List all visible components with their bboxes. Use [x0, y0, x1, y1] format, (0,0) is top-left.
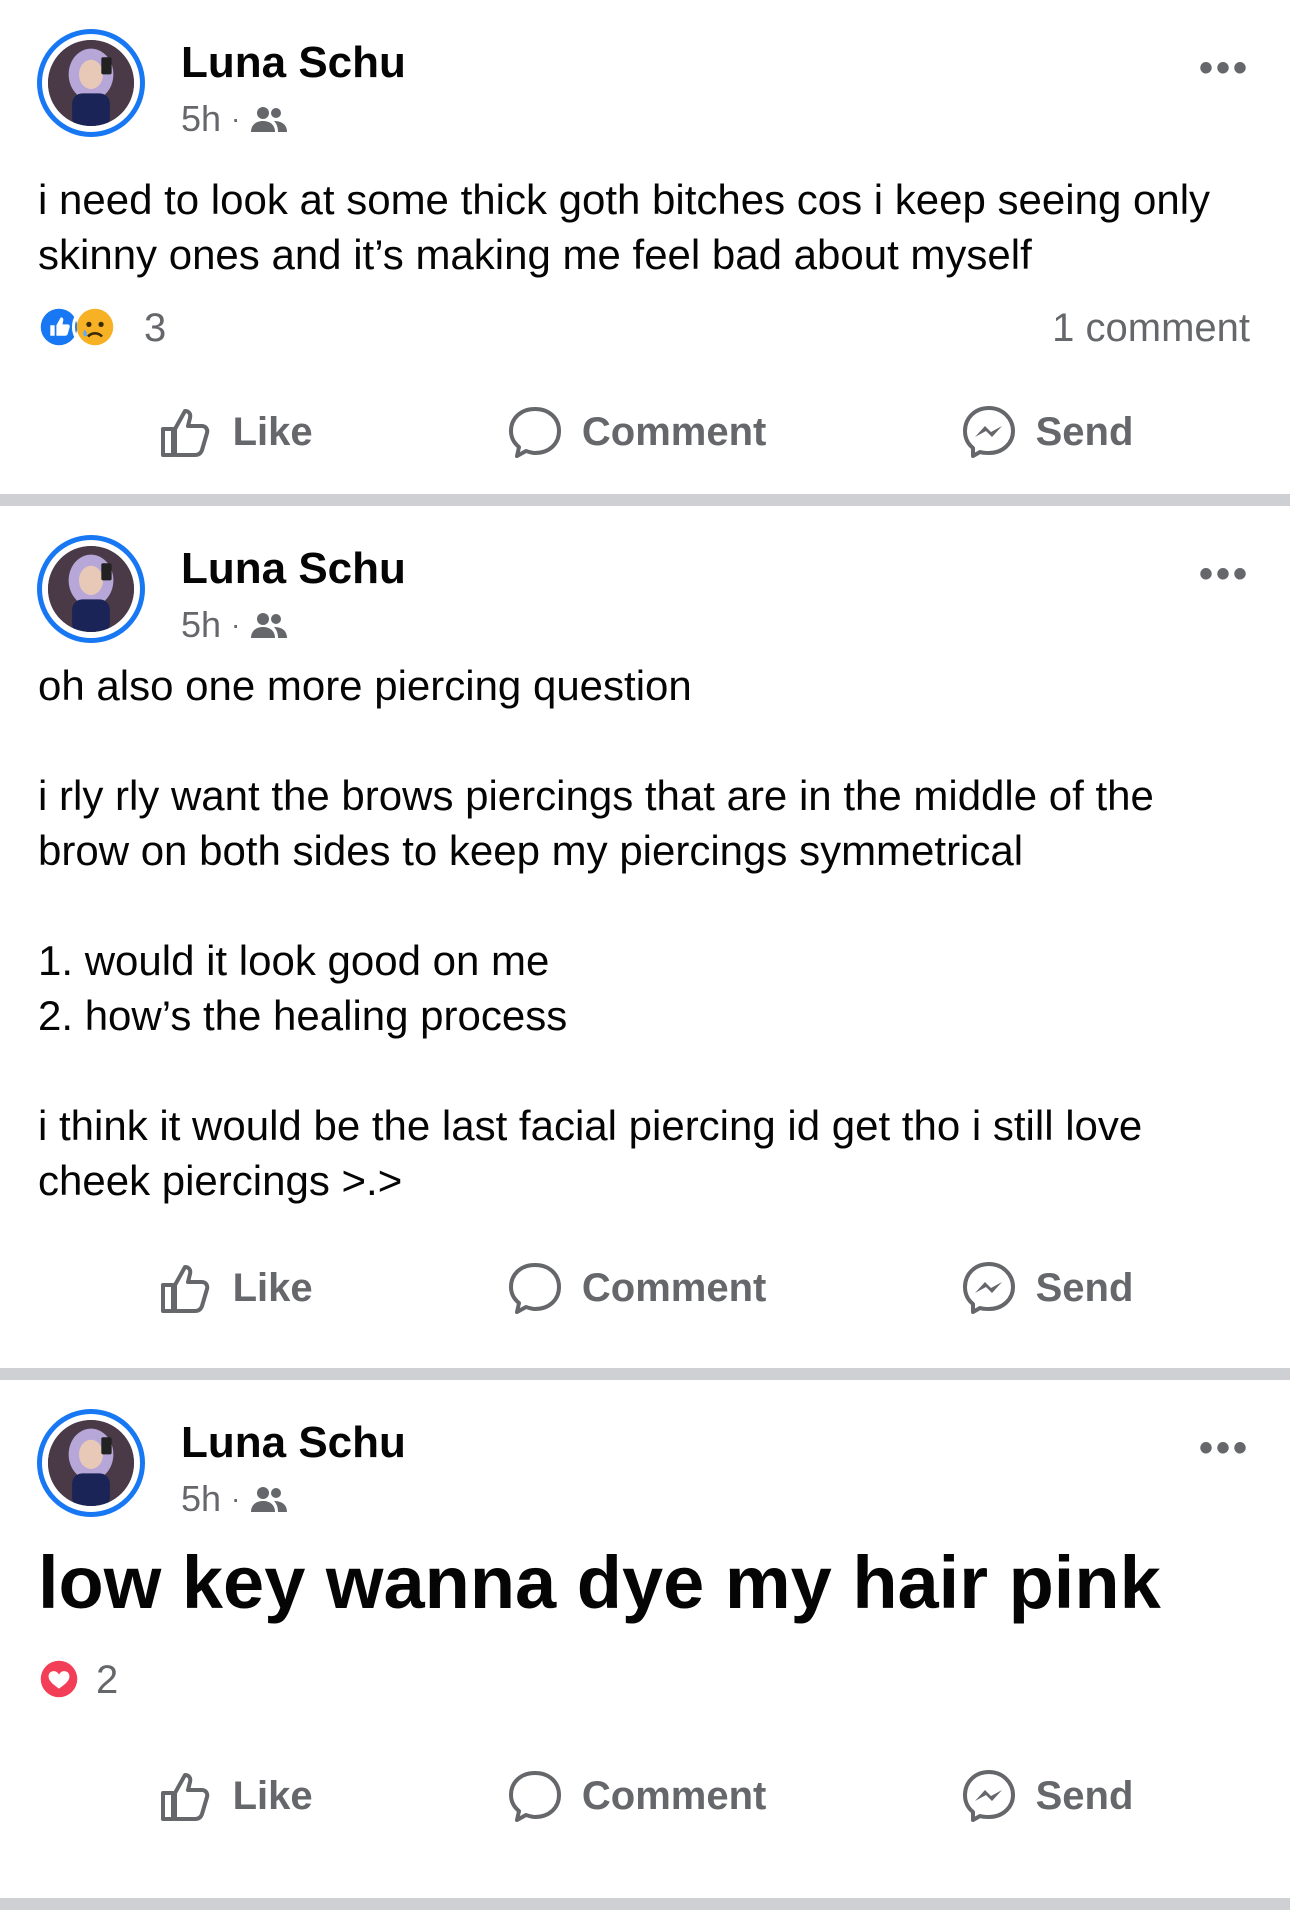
like-icon — [160, 1773, 209, 1821]
comment-count[interactable]: 1 comment — [1052, 306, 1250, 351]
send-label: Send — [1035, 1773, 1134, 1818]
post-meta: 5h · — [181, 604, 288, 646]
comment-button[interactable]: Comment — [506, 403, 766, 461]
messenger-icon — [962, 1770, 1015, 1822]
post-time[interactable]: 5h — [181, 604, 221, 646]
meta-dot: · — [231, 609, 241, 640]
messenger-icon — [962, 406, 1015, 458]
avatar-photo — [48, 1420, 134, 1506]
comment-button[interactable]: Comment — [506, 1767, 766, 1825]
post-header: Luna Schu 5h · ••• — [0, 0, 1290, 150]
post: Luna Schu 5h · ••• i need to look at som… — [0, 0, 1290, 494]
comment-button[interactable]: Comment — [506, 1259, 766, 1317]
like-label: Like — [232, 409, 313, 454]
action-bar: Like Comment Send — [0, 1228, 1290, 1348]
post-separator — [0, 1368, 1290, 1380]
comment-icon — [508, 1263, 561, 1314]
comment-icon — [508, 407, 561, 458]
avatar[interactable] — [37, 535, 145, 643]
send-button[interactable]: Send — [960, 1259, 1134, 1317]
post-time[interactable]: 5h — [181, 98, 221, 140]
like-icon — [160, 1265, 209, 1313]
reaction-count[interactable]: 3 — [144, 306, 166, 351]
sad-reaction-icon — [72, 304, 118, 350]
messenger-icon — [962, 1262, 1015, 1314]
send-button[interactable]: Send — [960, 1767, 1134, 1825]
friends-icon[interactable] — [250, 1484, 288, 1514]
meta-dot: · — [231, 1483, 241, 1514]
author-name[interactable]: Luna Schu — [181, 1418, 406, 1468]
comment-label: Comment — [581, 1265, 767, 1310]
reaction-icons — [36, 304, 118, 350]
post-header: Luna Schu 5h · ••• — [0, 506, 1290, 656]
post-time[interactable]: 5h — [181, 1478, 221, 1520]
more-options-icon[interactable]: ••• — [1199, 1426, 1250, 1471]
post-meta: 5h · — [181, 98, 288, 140]
action-bar: Like Comment Send — [0, 372, 1290, 492]
author-name[interactable]: Luna Schu — [181, 544, 406, 594]
author-name[interactable]: Luna Schu — [181, 38, 406, 88]
avatar-photo — [48, 40, 134, 126]
post-text: low key wanna dye my hair pink — [38, 1541, 1161, 1624]
friends-icon[interactable] — [250, 610, 288, 640]
like-icon — [160, 409, 209, 457]
send-label: Send — [1035, 1265, 1134, 1310]
post-meta: 5h · — [181, 1478, 288, 1520]
avatar[interactable] — [37, 29, 145, 137]
reaction-icons — [36, 1656, 82, 1702]
friends-icon[interactable] — [250, 104, 288, 134]
post-text: i need to look at some thick goth bitche… — [38, 176, 1211, 278]
more-options-icon[interactable]: ••• — [1199, 46, 1250, 91]
like-label: Like — [232, 1265, 313, 1310]
post-separator — [0, 1898, 1290, 1910]
post: Luna Schu 5h · ••• oh also one more pier… — [0, 506, 1290, 1368]
reaction-bar[interactable]: 3 1 comment — [0, 282, 1290, 372]
comment-label: Comment — [581, 409, 767, 454]
love-reaction-icon — [36, 1656, 82, 1702]
post-text: oh also one more piercing question i rly… — [38, 662, 1154, 1204]
more-options-icon[interactable]: ••• — [1199, 552, 1250, 597]
post: Luna Schu 5h · ••• low key wanna dye my … — [0, 1380, 1290, 1898]
like-button[interactable]: Like — [157, 403, 313, 461]
send-label: Send — [1035, 409, 1134, 454]
post-separator — [0, 494, 1290, 506]
like-button[interactable]: Like — [157, 1259, 313, 1317]
meta-dot: · — [231, 103, 241, 134]
comment-icon — [508, 1771, 561, 1822]
news-feed: Luna Schu 5h · ••• i need to look at som… — [0, 0, 1290, 1910]
comment-label: Comment — [581, 1773, 767, 1818]
reaction-bar[interactable]: 2 — [0, 1628, 1290, 1728]
reaction-count[interactable]: 2 — [96, 1658, 118, 1703]
post-header: Luna Schu 5h · ••• — [0, 1380, 1290, 1530]
avatar[interactable] — [37, 1409, 145, 1517]
send-button[interactable]: Send — [960, 403, 1134, 461]
like-label: Like — [232, 1773, 313, 1818]
like-button[interactable]: Like — [157, 1767, 313, 1825]
avatar-photo — [48, 546, 134, 632]
action-bar: Like Comment Send — [0, 1736, 1290, 1856]
